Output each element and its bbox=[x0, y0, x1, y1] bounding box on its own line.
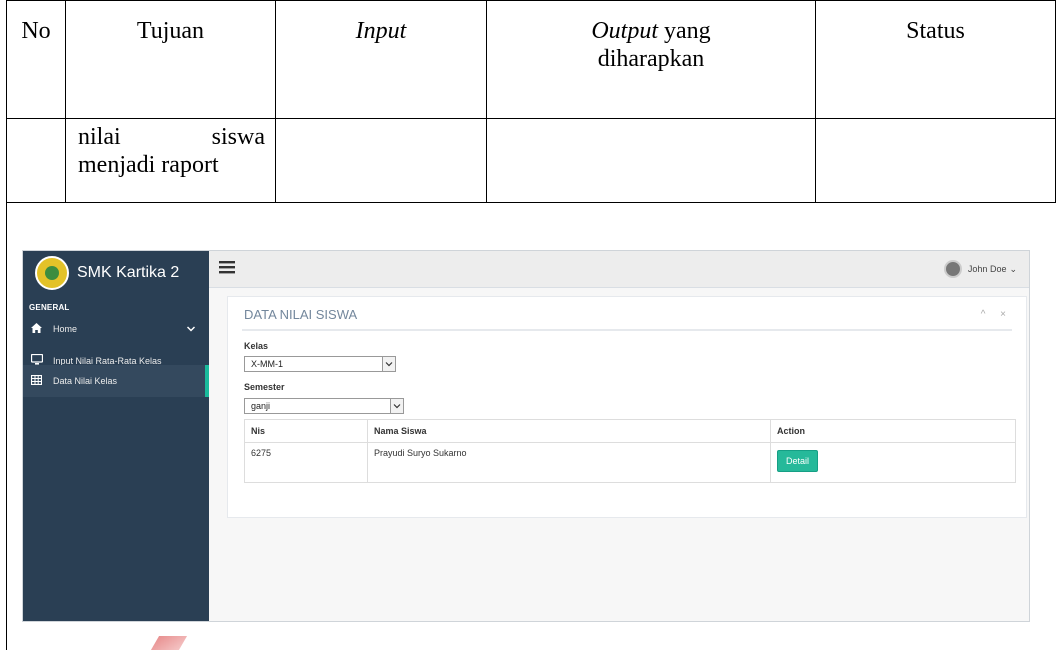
top-navbar: John Doe ⌄ bbox=[209, 251, 1029, 288]
sidebar-item-data-nilai[interactable]: Data Nilai Kelas bbox=[23, 365, 209, 397]
table-row: 6275 Prayudi Suryo Sukarno Detail bbox=[244, 442, 1016, 483]
chevron-down-icon bbox=[390, 398, 404, 414]
header-tujuan: Tujuan bbox=[65, 0, 276, 119]
panel-tools[interactable]: ^ × bbox=[981, 309, 1012, 320]
header-input: Input bbox=[275, 0, 487, 119]
column-header-nama: Nama Siswa bbox=[367, 419, 771, 443]
nilai-header-row: Nis Nama Siswa Action bbox=[244, 419, 1016, 443]
data-nilai-panel: DATA NILAI SISWA ^ × Kelas X-MM-1 Semest… bbox=[227, 296, 1027, 518]
document-table: No Tujuan Input Output yang diharapkan S… bbox=[6, 0, 1056, 203]
header-no: No bbox=[6, 0, 66, 119]
section-label: GENERAL bbox=[29, 303, 70, 312]
header-output-line2: diharapkan bbox=[597, 46, 705, 72]
header-output: Output yang diharapkan bbox=[486, 0, 816, 119]
kelas-select[interactable]: X-MM-1 bbox=[244, 356, 396, 372]
app-screenshot: SMK Kartika 2 GENERAL Home Input Nilai R… bbox=[22, 250, 1030, 622]
table-row: nilai siswa menjadi raport bbox=[6, 118, 1056, 203]
table-icon bbox=[30, 374, 45, 388]
header-status: Status bbox=[815, 0, 1056, 119]
tujuan-line-1: nilai siswa bbox=[78, 123, 265, 151]
semester-select[interactable]: ganji bbox=[244, 398, 404, 414]
user-name: John Doe bbox=[967, 264, 1007, 274]
tujuan-line-2: menjadi raport bbox=[78, 152, 219, 178]
header-output-italic: Output bbox=[591, 18, 658, 44]
chevron-down-icon: ⌄ bbox=[1009, 263, 1017, 274]
sidebar-item-home[interactable]: Home bbox=[23, 315, 209, 343]
cell-output bbox=[486, 118, 816, 203]
kelas-value: X-MM-1 bbox=[251, 359, 283, 369]
tujuan-word-b: siswa bbox=[211, 124, 265, 150]
cell-status bbox=[815, 118, 1056, 203]
sidebar-item-label: Home bbox=[53, 324, 78, 334]
cell-action: Detail bbox=[770, 442, 1016, 483]
column-header-nis: Nis bbox=[244, 419, 368, 443]
panel-divider bbox=[242, 329, 1012, 331]
cell-input bbox=[275, 118, 487, 203]
watermark-logo bbox=[155, 636, 215, 650]
user-menu[interactable]: John Doe ⌄ bbox=[943, 260, 1017, 278]
header-output-rest: yang bbox=[658, 18, 711, 44]
frame-border bbox=[6, 182, 7, 650]
school-logo bbox=[35, 256, 69, 290]
chevron-down-icon bbox=[382, 356, 396, 372]
nilai-table: Nis Nama Siswa Action 6275 Prayudi Suryo… bbox=[244, 419, 1016, 483]
cell-nis: 6275 bbox=[244, 442, 368, 483]
sidebar: SMK Kartika 2 GENERAL Home Input Nilai R… bbox=[23, 251, 209, 621]
brand-name: SMK Kartika 2 bbox=[77, 264, 180, 281]
hamburger-icon[interactable] bbox=[219, 258, 235, 279]
column-header-action: Action bbox=[770, 419, 1016, 443]
cell-nama: Prayudi Suryo Sukarno bbox=[367, 442, 771, 483]
tujuan-word-a: nilai bbox=[78, 124, 121, 150]
cell-tujuan: nilai siswa menjadi raport bbox=[65, 118, 276, 203]
cell-no bbox=[6, 118, 66, 203]
chevron-down-icon bbox=[186, 324, 196, 334]
semester-value: ganji bbox=[251, 401, 271, 411]
semester-label: Semester bbox=[244, 382, 285, 392]
detail-button[interactable]: Detail bbox=[777, 450, 819, 472]
kelas-label: Kelas bbox=[244, 341, 269, 351]
avatar bbox=[943, 260, 962, 278]
sidebar-item-label: Data Nilai Kelas bbox=[53, 376, 118, 386]
brand[interactable]: SMK Kartika 2 bbox=[23, 251, 209, 295]
panel-title: DATA NILAI SISWA bbox=[244, 307, 358, 322]
home-icon bbox=[31, 322, 45, 336]
table-header-row: No Tujuan Input Output yang diharapkan S… bbox=[6, 0, 1056, 119]
